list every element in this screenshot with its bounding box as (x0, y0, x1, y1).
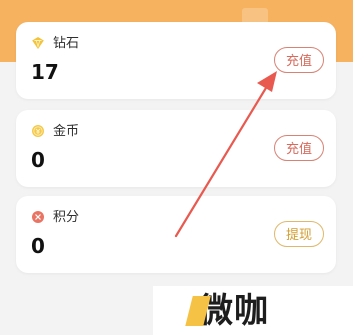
coin-recharge-button[interactable]: 充值 (274, 135, 324, 161)
card-header: 积分 (31, 210, 79, 224)
points-balance: 0 (31, 234, 45, 258)
card-title: 积分 (53, 209, 80, 225)
wallet-card-diamonds: 钻石 17 充值 (16, 22, 336, 99)
points-withdraw-button[interactable]: 提现 (274, 221, 324, 247)
points-icon (31, 210, 45, 224)
card-title: 钻石 (53, 35, 80, 51)
wallet-card-points: 积分 0 提现 (16, 196, 336, 273)
card-title: 金币 (53, 123, 80, 139)
diamond-balance: 17 (31, 60, 59, 84)
card-header: 钻石 (31, 36, 79, 50)
wallet-card-coins: 金币 0 充值 (16, 110, 336, 187)
watermark: 微咖 (153, 286, 353, 335)
diamond-recharge-button[interactable]: 充值 (274, 47, 324, 73)
coin-icon (31, 124, 45, 138)
card-header: 金币 (31, 124, 79, 138)
coin-balance: 0 (31, 148, 45, 172)
diamond-icon (31, 36, 45, 50)
